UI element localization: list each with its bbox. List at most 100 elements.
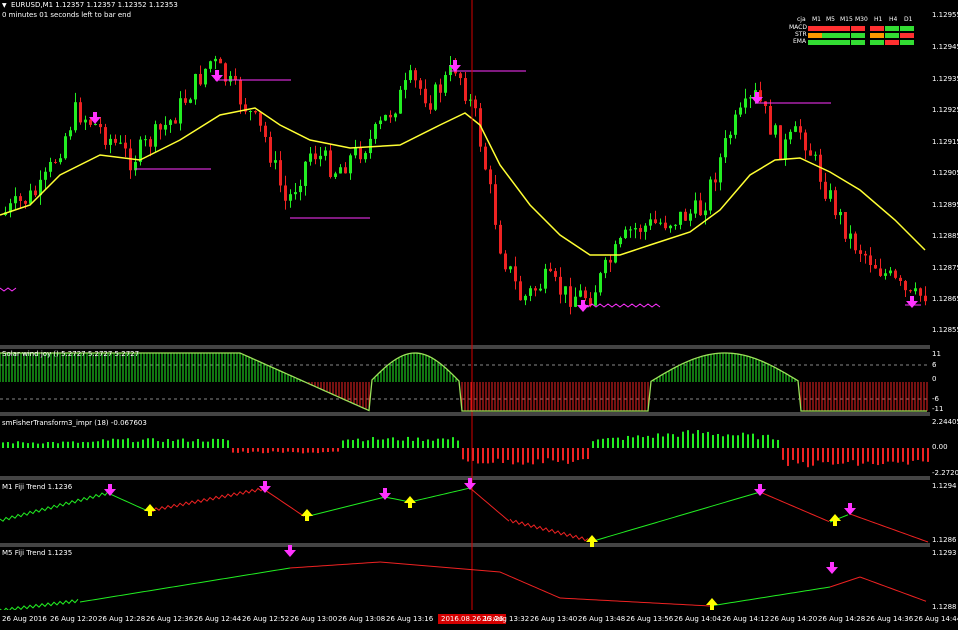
up-arrow-icon (706, 598, 718, 610)
candle-body (49, 161, 52, 172)
fisher-bar (477, 448, 479, 464)
candle-body (189, 99, 192, 103)
candle-body (24, 200, 27, 204)
fisher-bar (412, 440, 414, 448)
dashboard-cell (885, 33, 899, 38)
candle-body (544, 268, 547, 289)
candle-body (194, 73, 197, 100)
dashboard-tf-h4: H4 (889, 16, 898, 23)
fisher-bar (402, 440, 404, 448)
fiji-m1-line (849, 513, 929, 543)
candle-body (169, 120, 172, 125)
fisher-bar (232, 448, 234, 453)
up-arrow-icon (829, 514, 841, 526)
fisher-bar (432, 440, 434, 448)
dashboard-cell (808, 33, 822, 38)
candle-body (429, 103, 432, 110)
fisher-bar (122, 439, 124, 448)
candle-body (869, 255, 872, 266)
fisher-scale-label: 2.24405 (932, 418, 958, 426)
fisher-bar (207, 441, 209, 448)
fisher-bar (667, 433, 669, 448)
fisher-bar (302, 448, 304, 454)
fisher-bar (247, 448, 249, 454)
candle-body (124, 142, 127, 149)
candle-body (409, 70, 412, 81)
fisher-bar (172, 441, 174, 448)
price-label: 1.12855 (932, 326, 958, 334)
candle-body (894, 270, 897, 278)
fisher-bar (52, 441, 54, 448)
candle-body (484, 146, 487, 170)
solar-scale-label: -11 (932, 405, 944, 413)
price-label: 1.12865 (932, 295, 958, 303)
fisher-bar (567, 448, 569, 464)
candle-body (519, 281, 522, 301)
candle-body (899, 277, 902, 282)
candle-body (109, 138, 112, 145)
fisher-bar (32, 442, 34, 448)
candle-body (789, 131, 792, 140)
fisher-bar (687, 430, 689, 448)
candle-body (279, 160, 282, 186)
fisher-bar (777, 439, 779, 448)
fisher-bar (2, 442, 4, 448)
candle-body (844, 211, 847, 239)
fisher-bar (497, 448, 499, 459)
fisher-bar (392, 437, 394, 448)
fiji-m1-line (264, 489, 305, 517)
menu-triangle-icon[interactable]: ▼ (2, 2, 7, 9)
candle-body (144, 139, 147, 141)
fisher-bar (272, 448, 274, 452)
price-scale[interactable] (930, 0, 958, 610)
candle-body (914, 288, 917, 292)
solar-scale-label: 6 (932, 361, 937, 369)
candle-body (29, 190, 32, 204)
candle-body (174, 120, 177, 124)
fisher-bar (637, 435, 639, 448)
candle-body (339, 167, 342, 174)
fisher-bar (852, 448, 854, 461)
fisher-scale-label: 0.00 (932, 443, 948, 451)
fiji-m1-line (149, 486, 265, 513)
fiji-m1-line (109, 493, 150, 513)
candle-body (389, 114, 392, 118)
candle-body (79, 102, 82, 123)
dashboard-cell (822, 33, 836, 38)
fisher-bar (372, 437, 374, 448)
fisher-bar (542, 448, 544, 464)
time-label: 26 Aug 12:52 (242, 615, 290, 623)
candle-body (724, 138, 727, 158)
candle-body (744, 98, 747, 108)
candle-body (864, 253, 867, 256)
chart-area[interactable] (0, 0, 930, 610)
fisher-bar (917, 448, 919, 460)
candle-body (619, 237, 622, 245)
candle-body (714, 179, 717, 183)
dashboard-cell (900, 40, 914, 45)
fisher-bar (787, 448, 789, 466)
fisher-bar (107, 440, 109, 448)
fisher-bar (807, 448, 809, 468)
candle-body (764, 101, 767, 107)
time-label: 26 Aug 13:00 (290, 615, 338, 623)
candle-body (249, 111, 252, 113)
fisher-bar (377, 439, 379, 448)
fisher-bar (582, 448, 584, 460)
candle-body (514, 266, 517, 282)
fisher-bar (222, 438, 224, 448)
candle-body (464, 78, 467, 101)
down-arrow-icon (284, 545, 296, 557)
candle-body (564, 286, 567, 295)
candle-body (644, 225, 647, 232)
fisher-bar (187, 441, 189, 448)
fisher-bar (57, 443, 59, 448)
candle-body (314, 153, 317, 160)
dashboard-row-ema-label: EMA (793, 38, 807, 45)
fisher-bar (612, 437, 614, 448)
fisher-bar (297, 448, 299, 453)
price-label: 1.12945 (932, 43, 958, 51)
fiji-m1-line (469, 487, 510, 522)
dashboard-cell (870, 40, 884, 45)
time-label: 26 Aug 13:16 (386, 615, 434, 623)
